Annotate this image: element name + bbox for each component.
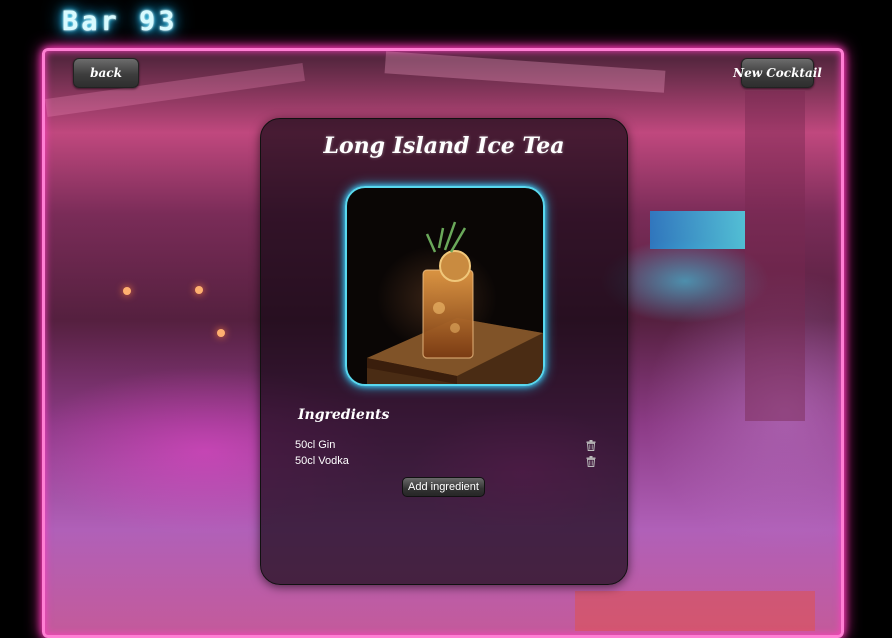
ingredients-list: 50cl Gin 50cl Vodka <box>295 437 597 469</box>
ingredient-row: 50cl Gin <box>295 437 597 453</box>
neon-light <box>650 211 745 249</box>
lamp <box>123 287 131 295</box>
app-logo: Bar 93 <box>62 6 178 37</box>
cocktail-illustration <box>367 221 543 384</box>
lamp <box>217 329 225 337</box>
new-cocktail-button[interactable]: New Cocktail <box>733 58 822 88</box>
lamp <box>195 286 203 294</box>
back-button[interactable]: back <box>73 58 139 88</box>
trash-icon[interactable] <box>585 439 597 451</box>
trash-icon[interactable] <box>585 455 597 467</box>
cocktail-card: Long Island Ice Tea Ingredients 50cl Gin <box>260 118 628 585</box>
cocktail-image <box>345 186 545 386</box>
cocktail-title: Long Island Ice Tea <box>323 133 565 159</box>
pillar <box>745 91 805 421</box>
floor-light <box>575 591 815 631</box>
add-ingredient-button[interactable]: Add ingredient <box>402 477 485 497</box>
ingredient-text: 50cl Gin <box>295 439 336 451</box>
ceiling-beam <box>384 51 666 93</box>
ingredients-title: Ingredients <box>298 407 390 423</box>
ingredient-text: 50cl Vodka <box>295 455 349 467</box>
ingredient-row: 50cl Vodka <box>295 453 597 469</box>
